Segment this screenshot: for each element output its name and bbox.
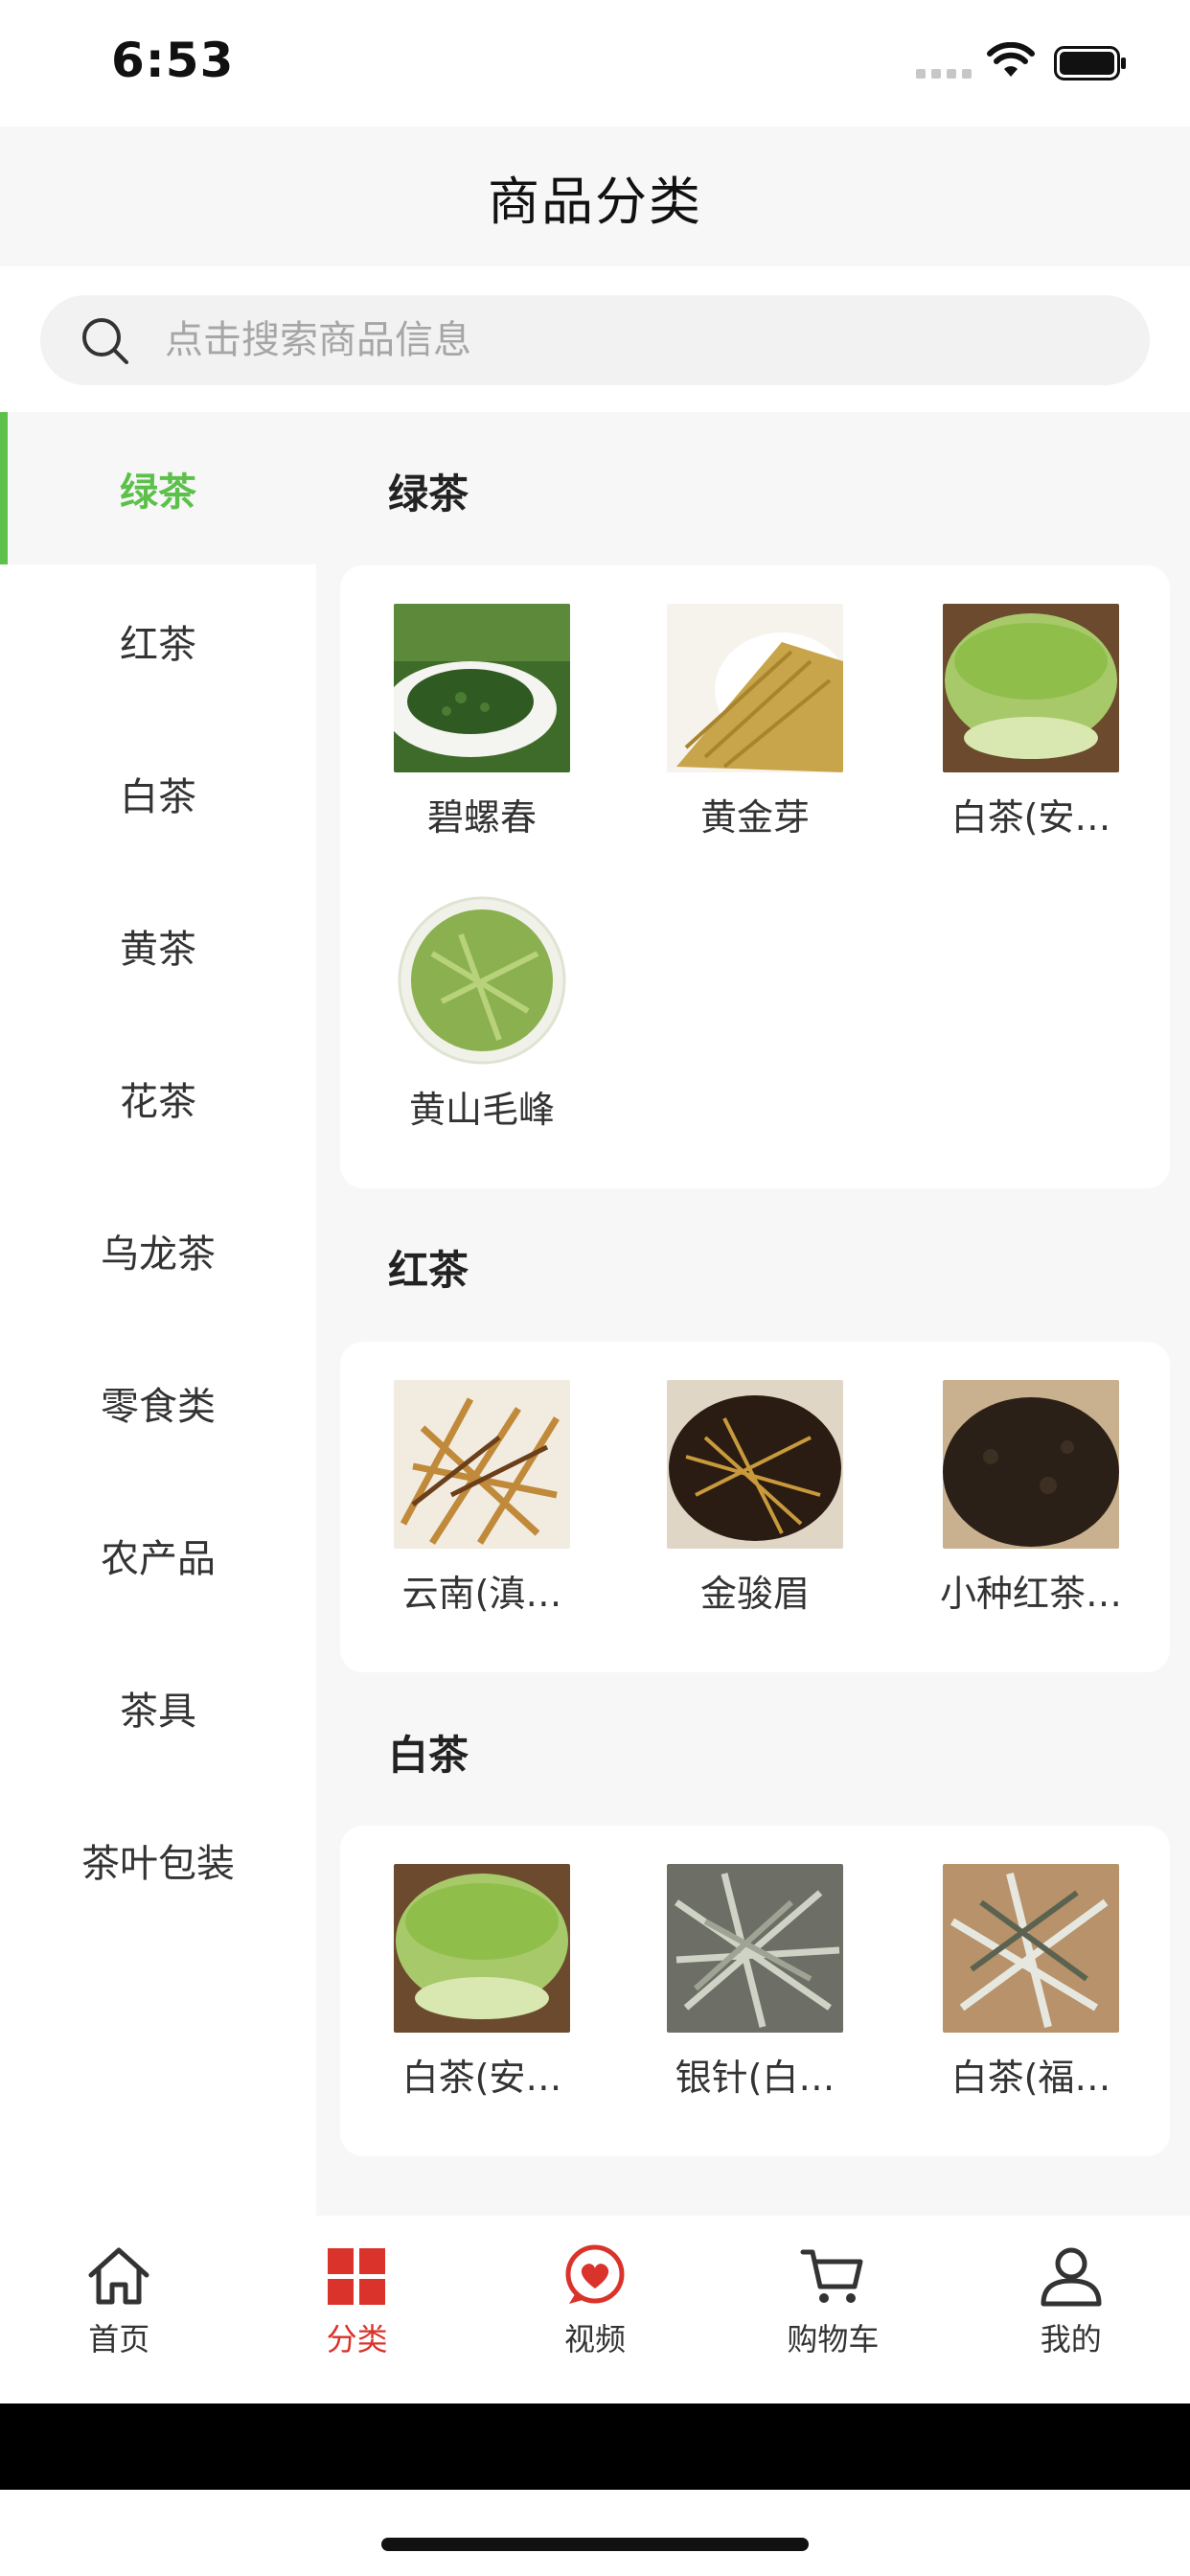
- tab-label: 首页: [88, 2321, 150, 2358]
- product-name: 白茶(安…: [401, 2057, 562, 2099]
- section-title: 白茶: [388, 1732, 469, 1779]
- video-heart-icon: [565, 2244, 625, 2304]
- product-image: [667, 1380, 843, 1549]
- tab-label: 购物车: [787, 2321, 880, 2358]
- search-box[interactable]: [40, 295, 1150, 385]
- sidebar-item-yellow-tea[interactable]: 黄茶: [0, 869, 316, 1022]
- sidebar-item-black-tea[interactable]: 红茶: [0, 564, 316, 717]
- tab-video[interactable]: 视频: [476, 2216, 714, 2404]
- product-item[interactable]: 白茶(安…: [355, 1864, 609, 2113]
- product-image: [667, 1864, 843, 2033]
- sidebar-item-farm-products[interactable]: 农产品: [0, 1479, 316, 1631]
- product-name: 白茶(安…: [950, 796, 1111, 839]
- wifi-icon: [987, 42, 1035, 77]
- product-name: 黄金芽: [699, 796, 810, 839]
- bottom-safe-area: [0, 2404, 1190, 2490]
- product-item[interactable]: 碧螺春: [355, 604, 609, 853]
- tab-category[interactable]: 分类: [238, 2216, 475, 2404]
- product-image: [667, 604, 843, 772]
- product-name: 金骏眉: [699, 1573, 810, 1615]
- tab-bar: 首页 分类 视频 购物车 我的: [0, 2216, 1190, 2404]
- sidebar-item-flower-tea[interactable]: 花茶: [0, 1022, 316, 1174]
- category-sidebar: 绿茶 红茶 白茶 黄茶 花茶 乌龙茶 零食类 农产品 茶具 茶叶包装: [0, 412, 316, 2216]
- product-item[interactable]: 白茶(福…: [904, 1864, 1158, 2113]
- cellular-signal-icon: [916, 69, 972, 79]
- product-name: 白茶(福…: [950, 2057, 1111, 2099]
- tab-cart[interactable]: 购物车: [714, 2216, 951, 2404]
- product-image: [943, 1864, 1119, 2033]
- product-name: 云南(滇…: [401, 1573, 562, 1615]
- product-item[interactable]: 金骏眉: [628, 1380, 882, 1629]
- product-image: [394, 1864, 570, 2033]
- sidebar-item-white-tea[interactable]: 白茶: [0, 717, 316, 869]
- product-item[interactable]: 银针(白…: [628, 1864, 882, 2113]
- home-area: [0, 2490, 1190, 2576]
- section-title: 绿茶: [388, 471, 469, 518]
- tab-label: 我的: [1040, 2321, 1102, 2358]
- sidebar-item-green-tea[interactable]: 绿茶: [0, 412, 316, 564]
- search-area: [0, 266, 1190, 412]
- product-item[interactable]: 黄金芽: [628, 604, 882, 853]
- search-input[interactable]: [165, 295, 1104, 385]
- tab-label: 视频: [563, 2321, 626, 2358]
- nav-header: 商品分类: [0, 126, 1190, 266]
- user-icon: [1041, 2247, 1102, 2307]
- product-item[interactable]: 白茶(安…: [904, 604, 1158, 853]
- product-content: 绿茶 碧螺春 黄金芽 白茶(安… 黄山毛峰 红茶 云南(滇… 金骏眉 小种红茶……: [316, 412, 1190, 2216]
- tab-label: 分类: [326, 2321, 388, 2358]
- status-bar: 6:53: [0, 0, 1190, 126]
- sidebar-filler: [0, 1936, 316, 2216]
- sidebar-item-tea-set[interactable]: 茶具: [0, 1631, 316, 1783]
- home-indicator[interactable]: [381, 2538, 809, 2551]
- search-icon: [82, 318, 128, 364]
- product-image: [943, 604, 1119, 772]
- home-icon: [88, 2247, 149, 2305]
- product-image: [394, 604, 570, 772]
- tab-profile[interactable]: 我的: [952, 2216, 1190, 2404]
- battery-icon: [1054, 46, 1126, 80]
- product-name: 碧螺春: [426, 796, 537, 839]
- sidebar-item-tea-packaging[interactable]: 茶叶包装: [0, 1783, 316, 1936]
- product-item[interactable]: 云南(滇…: [355, 1380, 609, 1629]
- status-time: 6:53: [111, 33, 235, 88]
- page-title: 商品分类: [488, 171, 702, 232]
- product-card: 碧螺春 黄金芽 白茶(安… 黄山毛峰: [340, 565, 1170, 1188]
- product-image: [394, 1380, 570, 1549]
- section-title: 红茶: [388, 1247, 469, 1294]
- product-card: 白茶(安… 银针(白… 白茶(福…: [340, 1826, 1170, 2156]
- product-card: 云南(滇… 金骏眉 小种红茶…: [340, 1342, 1170, 1672]
- product-name: 小种红茶…: [939, 1573, 1122, 1615]
- product-name: 银针(白…: [675, 2057, 835, 2099]
- cart-icon: [800, 2249, 863, 2303]
- sidebar-item-oolong-tea[interactable]: 乌龙茶: [0, 1174, 316, 1326]
- sidebar-item-snacks[interactable]: 零食类: [0, 1326, 316, 1479]
- product-name: 黄山毛峰: [408, 1089, 555, 1131]
- tab-home[interactable]: 首页: [0, 2216, 238, 2404]
- product-image: [394, 896, 570, 1065]
- category-grid-icon: [327, 2248, 385, 2305]
- product-image: [943, 1380, 1119, 1549]
- product-item[interactable]: 黄山毛峰: [355, 896, 609, 1145]
- product-item[interactable]: 小种红茶…: [904, 1380, 1158, 1629]
- screen: 6:53 商品分类 绿茶 红茶 白茶 黄茶 花茶 乌: [0, 0, 1190, 2576]
